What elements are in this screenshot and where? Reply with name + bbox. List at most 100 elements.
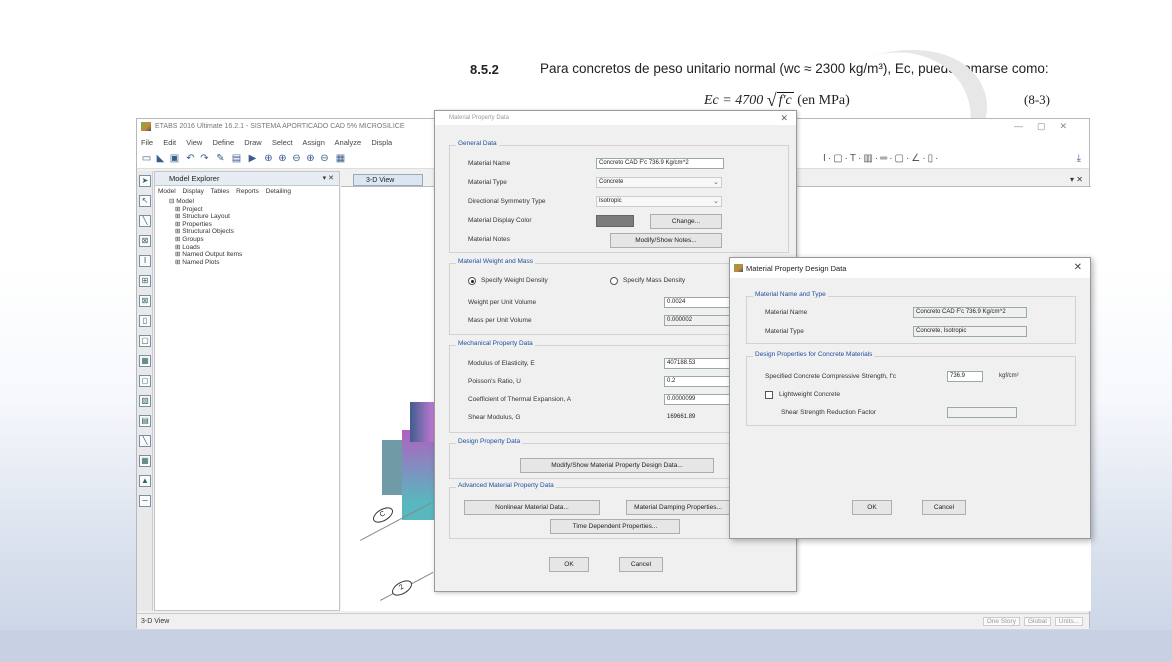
dir-sym-select[interactable]: Isotropic ⌄ xyxy=(596,196,722,207)
mass-density-radio[interactable] xyxy=(610,277,618,285)
display-color-swatch xyxy=(596,215,634,227)
menu-assign[interactable]: Assign xyxy=(302,138,325,147)
open-icon[interactable]: ◣ xyxy=(155,153,166,164)
explorer-close-icon[interactable]: ▾ ✕ xyxy=(323,174,334,182)
tab-detailing[interactable]: Detailing xyxy=(266,188,291,195)
poisson-field[interactable]: 0.2 xyxy=(664,376,734,387)
thermal-field[interactable]: 0.0000099 xyxy=(664,394,734,405)
draw-x-icon[interactable]: ⊠ xyxy=(139,295,151,307)
zoom-previous-icon[interactable]: ⊖ xyxy=(319,153,330,164)
weight-field[interactable]: 0.0024 xyxy=(664,297,734,308)
draw-beam-icon[interactable]: ⊞ xyxy=(139,275,151,287)
tree-item-groups[interactable]: ⊞ Groups xyxy=(161,236,339,244)
draw-table-icon[interactable]: ▦ xyxy=(139,455,151,467)
redo-icon[interactable]: ↷ xyxy=(199,153,210,164)
draw-opening-icon[interactable]: ◻ xyxy=(139,375,151,387)
modify-design-data-button[interactable]: Modify/Show Material Property Design Dat… xyxy=(520,458,714,473)
weight-density-radio[interactable] xyxy=(468,277,476,285)
download-icon[interactable]: ⤓ xyxy=(1077,153,1081,164)
menu-edit[interactable]: Edit xyxy=(163,138,176,147)
material-name-field[interactable]: Concreto CAD F'c 736.9 Kg/cm^2 xyxy=(596,158,724,169)
lightweight-checkbox[interactable] xyxy=(765,391,773,399)
units-button[interactable]: Units... xyxy=(1054,617,1083,626)
group-label: Material Name and Type xyxy=(753,291,828,298)
zoom-window-icon[interactable]: ⊕ xyxy=(305,153,316,164)
draw-grid-icon[interactable]: ▦ xyxy=(139,355,151,367)
draw-support-icon[interactable]: ▲ xyxy=(139,475,151,487)
model-explorer-header: Model Explorer ▾ ✕ xyxy=(155,172,339,186)
save-icon[interactable]: ▣ xyxy=(169,153,180,164)
draw-diag-icon[interactable]: ╲ xyxy=(139,435,151,447)
mdd-name-label: Material Name xyxy=(765,309,808,316)
mdd-ok-button[interactable]: OK xyxy=(852,500,892,515)
undo-icon[interactable]: ↶ xyxy=(185,153,196,164)
explorer-tabs: Model Display Tables Reports Detailing xyxy=(155,186,339,198)
mdd-close-icon[interactable]: ✕ xyxy=(1074,262,1082,273)
tree-item-named-plots[interactable]: ⊞ Named Plots xyxy=(161,259,339,267)
reshape-icon[interactable]: ↖ xyxy=(139,195,151,207)
change-color-button[interactable]: Change... xyxy=(650,214,722,229)
pencil-icon[interactable]: ✎ xyxy=(215,153,226,164)
statusbar: 3-D View One Story Global Units... xyxy=(137,613,1089,629)
tab-model[interactable]: Model xyxy=(158,188,176,195)
pointer-icon[interactable]: ➤ xyxy=(139,175,151,187)
story-selector[interactable]: One Story xyxy=(982,617,1020,626)
draw-slab-icon[interactable]: ▤ xyxy=(139,415,151,427)
modulus-field[interactable]: 407188.53 xyxy=(664,358,734,369)
nonlinear-data-button[interactable]: Nonlinear Material Data... xyxy=(464,500,600,515)
toolbar-right-tools[interactable]: I·▢·T·▥·═·▢·∠·▯· xyxy=(823,153,940,164)
mdd-type-label: Material Type xyxy=(765,328,804,335)
time-dependent-button[interactable]: Time Dependent Properties... xyxy=(550,519,680,534)
draw-floor-icon[interactable]: ▧ xyxy=(139,395,151,407)
group-label: Mechanical Property Data xyxy=(456,340,535,347)
menu-display[interactable]: Displa xyxy=(371,138,392,147)
run-icon[interactable]: ▶ xyxy=(247,153,258,164)
draw-line-icon[interactable]: ╲ xyxy=(139,215,151,227)
lock-icon[interactable]: ▤ xyxy=(231,153,242,164)
zoom-out-icon[interactable]: ⊖ xyxy=(291,153,302,164)
mpd-close-icon[interactable]: ✕ xyxy=(780,113,788,124)
tab-3d-view[interactable]: 3-D View xyxy=(353,174,423,186)
tree-item-structure-layout[interactable]: ⊞ Structure Layout xyxy=(161,213,339,221)
damping-button[interactable]: Material Damping Properties... xyxy=(626,500,730,515)
tree-item-project[interactable]: ⊞ Project xyxy=(161,206,339,214)
menu-analyze[interactable]: Analyze xyxy=(335,138,362,147)
menu-select[interactable]: Select xyxy=(272,138,293,147)
fc-field[interactable]: 736.9 xyxy=(947,371,983,382)
draw-wall-icon[interactable]: ▯ xyxy=(139,315,151,327)
poisson-label: Poisson's Ratio, U xyxy=(468,378,521,385)
mdd-type-value: Concrete, Isotropic xyxy=(913,326,1027,337)
cancel-button[interactable]: Cancel xyxy=(619,557,663,572)
menu-view[interactable]: View xyxy=(186,138,202,147)
zoom-icon[interactable]: ⊕ xyxy=(263,153,274,164)
new-file-icon[interactable]: ▭ xyxy=(141,153,152,164)
draw-area-icon[interactable]: ▢ xyxy=(139,335,151,347)
radical-sign: √ xyxy=(766,90,777,110)
material-type-select[interactable]: Concrete ⌄ xyxy=(596,177,722,188)
tab-reports[interactable]: Reports xyxy=(236,188,259,195)
menu-file[interactable]: File xyxy=(141,138,153,147)
formula-eq-left: Ec = 4700 xyxy=(704,93,767,108)
tree-item-properties[interactable]: ⊞ Properties xyxy=(161,221,339,229)
draw-column-icon[interactable]: Ⅰ xyxy=(139,255,151,267)
tree-item-structural-objects[interactable]: ⊞ Structural Objects xyxy=(161,228,339,236)
tree-item-named-output[interactable]: ⊞ Named Output Items xyxy=(161,251,339,259)
ok-button[interactable]: OK xyxy=(549,557,589,572)
tree-root[interactable]: ⊟ Model xyxy=(161,198,339,206)
menu-draw[interactable]: Draw xyxy=(244,138,262,147)
draw-link-icon[interactable]: ∼ xyxy=(139,495,151,507)
zoom-in-icon[interactable]: ⊕ xyxy=(277,153,288,164)
draw-brace-icon[interactable]: ⊠ xyxy=(139,235,151,247)
formula-reference: (8-3) xyxy=(1024,92,1050,107)
tab-tables[interactable]: Tables xyxy=(211,188,230,195)
modify-notes-button[interactable]: Modify/Show Notes... xyxy=(610,233,722,248)
material-type-label: Material Type xyxy=(468,179,507,186)
coord-selector[interactable]: Global xyxy=(1023,617,1051,626)
menu-define[interactable]: Define xyxy=(212,138,234,147)
3d-view-icon[interactable]: ▦ xyxy=(335,153,346,164)
tab-display[interactable]: Display xyxy=(183,188,204,195)
window-controls[interactable]: —▢✕ xyxy=(1014,121,1081,132)
view-close-icon[interactable]: ▾ ✕ xyxy=(1070,175,1083,184)
tree-item-loads[interactable]: ⊞ Loads xyxy=(161,244,339,252)
mdd-cancel-button[interactable]: Cancel xyxy=(922,500,966,515)
